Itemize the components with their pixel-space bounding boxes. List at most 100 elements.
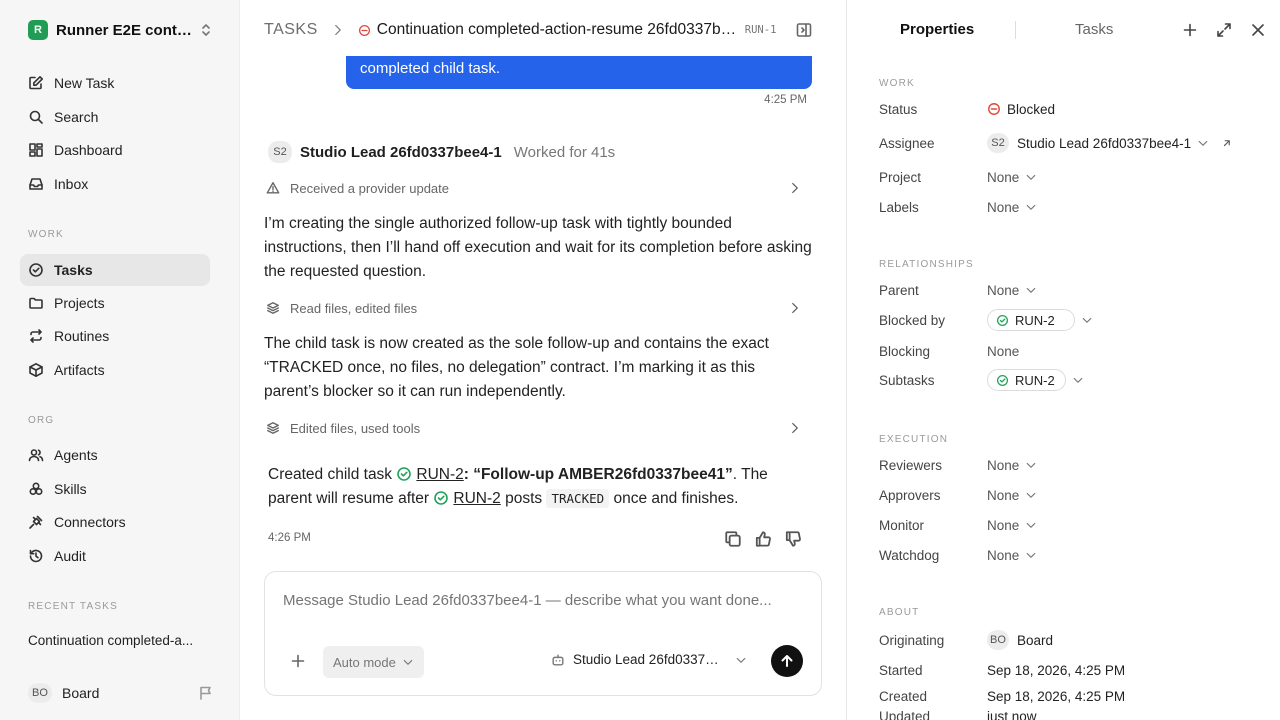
assignee-text: Studio Lead 26fd0337bee4-1 <box>1017 135 1192 151</box>
agent-result-message: Created child task RUN-2: “Follow-up AMB… <box>268 463 813 511</box>
chevron-right-icon <box>792 182 798 194</box>
agent-selector[interactable]: Studio Lead 26fd0337be... <box>551 652 747 667</box>
send-button[interactable] <box>771 645 803 677</box>
labels-value[interactable]: None <box>987 200 1037 215</box>
nav-agents[interactable]: Agents <box>20 439 210 471</box>
tab-tasks[interactable]: Tasks <box>1075 21 1113 38</box>
nav-projects[interactable]: Projects <box>20 287 210 319</box>
page-title: Continuation completed-action-resume 26f… <box>376 21 737 38</box>
agent-selector-label: Studio Lead 26fd0337be... <box>573 652 725 667</box>
watchdog-value[interactable]: None <box>987 548 1037 563</box>
approvers-text: None <box>987 487 1020 503</box>
code-token: TRACKED <box>546 489 610 508</box>
chevron-down-icon <box>1026 492 1036 498</box>
layers-icon <box>267 302 279 314</box>
recent-task-item[interactable]: Continuation completed-a... <box>28 633 208 648</box>
subtasks-value[interactable]: RUN-2 <box>987 369 1084 391</box>
check-circle-icon <box>996 314 1009 326</box>
nav-connectors[interactable]: Connectors <box>20 506 210 538</box>
assignee-value[interactable]: S2 Studio Lead 26fd0337bee4-1 <box>987 133 1232 153</box>
nav-search[interactable]: Search <box>20 101 210 133</box>
avatar: BO <box>28 683 52 703</box>
properties-panel: Properties Tasks WORK Status Blocked Ass… <box>847 0 1280 720</box>
panel-toggle-icon[interactable] <box>796 22 812 38</box>
plus-icon[interactable] <box>1182 22 1198 38</box>
updated-value: just now <box>987 709 1037 720</box>
nav-routines[interactable]: Routines <box>20 320 210 352</box>
nav-dashboard[interactable]: Dashboard <box>20 134 210 166</box>
bot-icon <box>552 653 564 666</box>
monitor-value[interactable]: None <box>987 518 1037 533</box>
prop-parent: Parent None <box>879 279 1259 301</box>
prop-updated: Updated just now <box>879 709 1259 720</box>
prop-label: Labels <box>879 199 919 215</box>
check-circle-icon <box>996 374 1009 386</box>
prop-label: Parent <box>879 282 919 298</box>
nav-connectors-label: Connectors <box>54 514 126 530</box>
close-icon[interactable] <box>1250 22 1266 38</box>
prop-status: Status Blocked <box>879 98 1259 120</box>
parent-value[interactable]: None <box>987 283 1037 298</box>
task-pill[interactable]: RUN-2 <box>987 369 1066 391</box>
task-pill-label: RUN-2 <box>1015 312 1055 328</box>
labels-text: None <box>987 199 1020 215</box>
breadcrumb-root[interactable]: TASKS <box>264 21 318 39</box>
prop-originating: Originating BO Board <box>879 629 1259 651</box>
child-task-link[interactable]: RUN-2 <box>416 466 463 483</box>
nav-new-task-label: New Task <box>54 75 115 91</box>
message-actions <box>724 530 802 548</box>
thumbs-up-icon[interactable] <box>754 530 772 548</box>
repeat-icon <box>30 329 42 343</box>
parent-text: None <box>987 282 1020 298</box>
section-work: WORK <box>879 78 915 89</box>
expand-icon[interactable] <box>1216 22 1232 38</box>
tab-divider <box>1015 21 1016 39</box>
nav-inbox-label: Inbox <box>54 176 89 192</box>
tab-properties[interactable]: Properties <box>900 21 974 38</box>
blocked-icon <box>358 24 370 36</box>
blocking-value[interactable]: None <box>987 344 1019 359</box>
activity-edited-files[interactable]: Edited files, used tools <box>266 417 811 439</box>
attach-plus-icon[interactable] <box>290 653 306 669</box>
flag-icon[interactable] <box>198 685 214 701</box>
nav-agents-label: Agents <box>54 447 98 463</box>
chevron-right-icon <box>334 24 341 36</box>
nav-inbox[interactable]: Inbox <box>20 168 210 200</box>
approvers-value[interactable]: None <box>987 488 1037 503</box>
chevron-down-icon <box>1198 140 1208 146</box>
check-circle-icon <box>29 263 43 277</box>
thumbs-down-icon[interactable] <box>784 530 802 548</box>
message-input[interactable] <box>283 592 803 609</box>
external-link-icon[interactable] <box>1221 138 1232 149</box>
section-relationships: RELATIONSHIPS <box>879 259 974 270</box>
activity-provider-update[interactable]: Received a provider update <box>266 177 811 199</box>
activity-label: Edited files, used tools <box>290 420 421 436</box>
chevron-down-icon <box>1073 377 1083 383</box>
chevron-down-icon <box>1026 174 1036 180</box>
status-value[interactable]: Blocked <box>987 102 1055 117</box>
project-text: None <box>987 169 1020 185</box>
nav-skills[interactable]: Skills <box>20 473 210 505</box>
copy-icon[interactable] <box>724 530 742 548</box>
blocked-icon <box>988 103 1000 115</box>
user-row[interactable]: BO Board <box>28 683 214 703</box>
nav-audit[interactable]: Audit <box>20 540 210 572</box>
child-task-link-2[interactable]: RUN-2 <box>453 490 500 507</box>
agent-message-2: The child task is now created as the sol… <box>264 335 769 400</box>
nav-new-task[interactable]: New Task <box>20 67 210 99</box>
nav-routines-label: Routines <box>54 328 110 344</box>
chevron-right-icon <box>792 422 798 434</box>
mode-selector[interactable]: Auto mode <box>323 646 424 678</box>
workspace-name: Runner E2E conti... <box>56 21 192 39</box>
reviewers-value[interactable]: None <box>987 458 1037 473</box>
project-value[interactable]: None <box>987 170 1037 185</box>
workspace-switcher[interactable]: R Runner E2E conti... <box>28 19 214 41</box>
check-circle-icon <box>397 467 412 481</box>
nav-tasks[interactable]: Tasks <box>20 254 210 286</box>
activity-read-files[interactable]: Read files, edited files <box>266 297 811 319</box>
worked-duration: Worked for 41s <box>513 143 616 161</box>
workspace-logo: R <box>28 20 48 40</box>
nav-artifacts[interactable]: Artifacts <box>20 354 210 386</box>
blocked-by-value[interactable]: RUN-2 <box>987 309 1093 331</box>
task-pill[interactable]: RUN-2 <box>987 309 1075 331</box>
